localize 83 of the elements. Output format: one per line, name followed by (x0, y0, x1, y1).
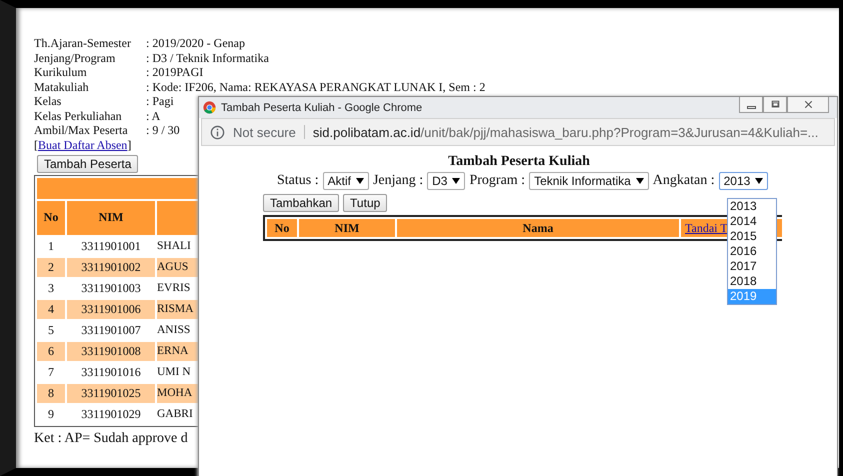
field-label: Th.Ajaran-Semester (34, 36, 131, 50)
filter-label: Status : (277, 173, 319, 189)
caret-icon (636, 178, 644, 184)
caret-icon (356, 178, 364, 184)
field-value: : Pagi (146, 94, 174, 108)
table-cell-text: 9 (47, 406, 55, 422)
field-label: Matakuliah (34, 80, 89, 94)
table-cell-text: 3311901003 (80, 280, 142, 296)
bracket: [ (34, 138, 38, 152)
info-icon (210, 124, 225, 140)
close-dialog-button[interactable]: Tutup (343, 194, 388, 212)
dropdown[interactable]: Aktif (322, 172, 369, 190)
table-cell-text: 7 (47, 364, 55, 380)
caret-icon (452, 178, 460, 184)
field-value: : 2019PAGI (146, 65, 204, 80)
table-cell: RISMA (157, 300, 200, 318)
column-header (157, 200, 200, 234)
table-cell-text: SHALI (157, 239, 192, 254)
close-button[interactable] (787, 97, 829, 113)
table-cell: 3311901002 (67, 258, 155, 276)
minimize-button[interactable] (739, 97, 763, 113)
dropdown-option[interactable]: 2015 (728, 229, 776, 244)
field-label: Kelas (34, 94, 62, 108)
table-cell-text: UMI N (157, 365, 192, 380)
column-header: Nama (397, 219, 679, 237)
security-label: Not secure (233, 124, 296, 140)
column-header: NIM (299, 219, 395, 237)
dropdown[interactable]: Teknik Informatika (529, 172, 649, 190)
table-cell: MOHA (157, 384, 200, 402)
dropdown[interactable]: 2013 (718, 172, 768, 190)
table-cell-text: 5 (47, 322, 55, 338)
column-header: No (37, 200, 65, 234)
field-label: Kurikulum (34, 65, 87, 80)
bracket: ] (127, 138, 132, 152)
table-cell: 6 (37, 342, 65, 360)
field-value: : 2019/2020 - Genap (146, 36, 245, 50)
table-cell-text: 3 (47, 280, 55, 296)
add-button[interactable]: Tambahkan (263, 194, 340, 212)
table-cell: 8 (37, 384, 65, 402)
table-cell-text: 3311901016 (80, 364, 142, 380)
dropdown-option[interactable]: 2014 (728, 214, 776, 229)
minimize-icon (746, 106, 756, 109)
maximize-button[interactable] (763, 97, 787, 113)
window-title: Tambah Peserta Kuliah - Google Chrome (221, 102, 424, 114)
field-value: : A (146, 108, 160, 123)
filter-label: Angkatan : (652, 173, 715, 189)
table-cell: 2 (37, 258, 65, 276)
dropdown-option[interactable]: 2013 (728, 199, 776, 214)
table-cell: 3311901025 (67, 384, 155, 402)
table-cell-text: 3311901001 (80, 238, 142, 254)
table-cell-text: GABRI (157, 407, 194, 422)
absen-link[interactable]: Buat Daftar Absen (38, 138, 128, 152)
dropdown-option[interactable]: 2018 (728, 274, 776, 289)
field-label: Jenjang/Program (34, 50, 116, 65)
dropdown-option[interactable]: 2017 (728, 259, 776, 274)
table-cell: 4 (37, 300, 65, 318)
table-cell-text: 3311901029 (80, 406, 142, 422)
footnote: Ket : AP= Sudah approve d (34, 430, 189, 446)
dialog-heading: Tambah Peserta Kuliah (447, 154, 591, 170)
address-bar[interactable]: Not secure sid.polibatam.ac.id/unit/bak/pjj/mahasiswa_baru.php?Program=3&Jurusan=4&Kuliah=... (201, 118, 835, 146)
table-cell: 3311901006 (67, 300, 155, 318)
table-cell: 3311901008 (67, 342, 155, 360)
field-value: : Kode: IF206, Nama: REKAYASA PERANGKAT LUNAK I, Sem : 2 (146, 80, 486, 94)
table-cell-text: 1 (47, 238, 55, 254)
table-cell: AGUS (157, 258, 200, 276)
table-cell-text: ANISS (157, 323, 192, 338)
field-value: : D3 / Teknik Informatika (146, 50, 269, 65)
field-value: : 9 / 30 (146, 123, 180, 138)
dropdown[interactable]: D3 (427, 172, 466, 190)
filter-label: Jenjang : (372, 173, 424, 189)
add-participant-button[interactable]: Tambah Peserta (37, 154, 138, 172)
dropdown-option[interactable]: 2016 (728, 244, 776, 259)
table-cell-text: 3311901007 (80, 322, 142, 338)
column-header: No (267, 219, 297, 237)
table-cell-text: EVRIS (157, 281, 192, 296)
field-label: Ambil/Max Peserta (34, 123, 128, 138)
table-cell: ERNA (157, 342, 200, 360)
filter-label: Program : (469, 173, 526, 189)
column-header: NIM (67, 200, 155, 234)
caret-icon (755, 178, 764, 184)
browser-logo-icon (203, 101, 216, 114)
url-text: sid.polibatam.ac.id/unit/bak/pjj/mahasiswa_baru.php?Program=3&Jurusan=4&Kuliah=... (312, 124, 818, 140)
field-label: Kelas Perkuliahan (34, 108, 122, 123)
